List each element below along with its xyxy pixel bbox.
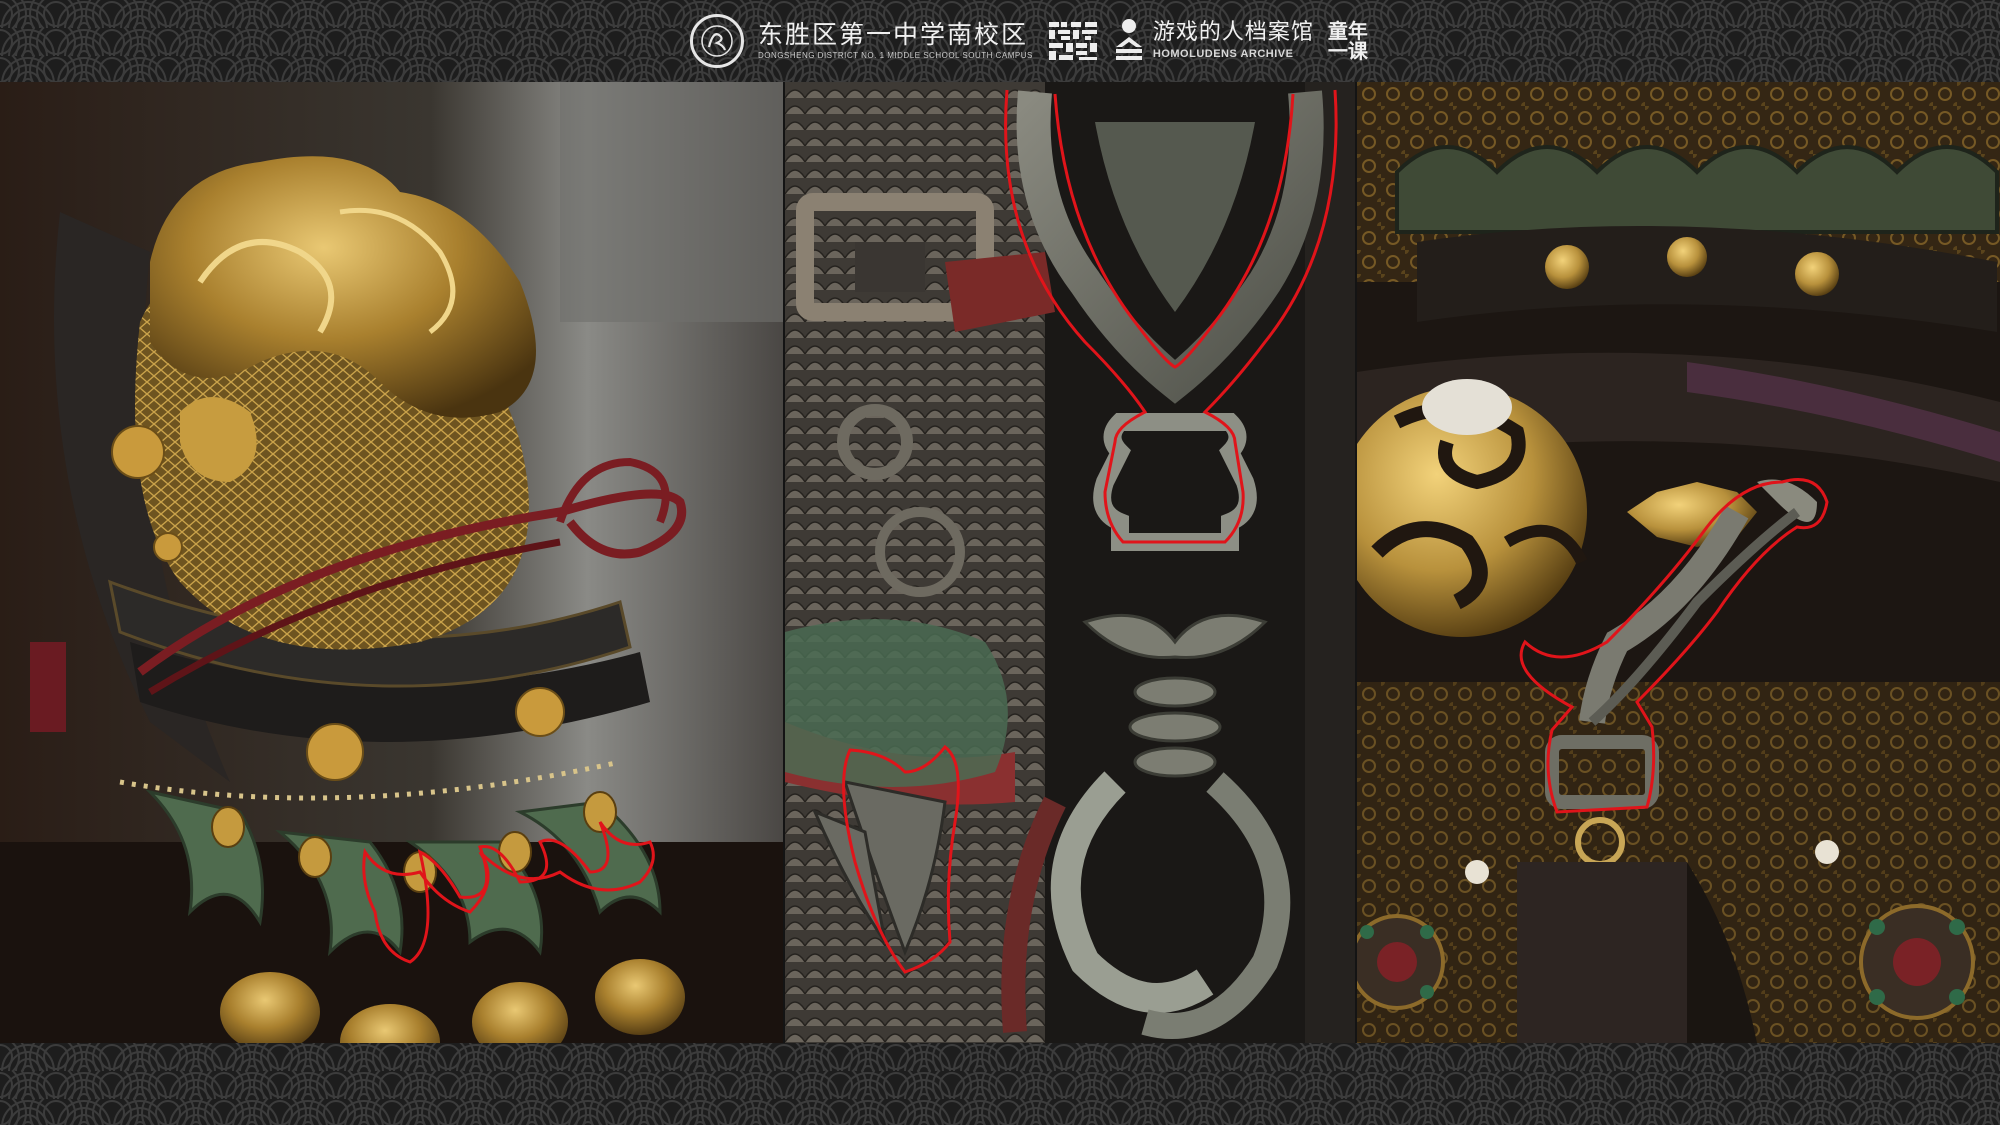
photo-panel-temple-sculpture — [785, 82, 1355, 1043]
archive-figure-icon — [1115, 19, 1142, 60]
childhood-line-2: 一课 — [1327, 39, 1368, 63]
school-name: 东胜区第一中学南校区 DONGSHENG DISTRICT NO. 1 MIDD… — [758, 22, 1033, 60]
childhood-lesson-logo: 童年 一课 — [1328, 21, 1368, 61]
header-logos: 东胜区第一中学南校区 DONGSHENG DISTRICT NO. 1 MIDD… — [690, 10, 1368, 72]
school-name-en: DONGSHENG DISTRICT NO. 1 MIDDLE SCHOOL S… — [758, 51, 1033, 60]
archive-name-cn: 游戏的人档案馆 — [1152, 20, 1314, 45]
slide: 东胜区第一中学南校区 DONGSHENG DISTRICT NO. 1 MIDD… — [0, 0, 2000, 1125]
school-seal-icon — [690, 14, 744, 68]
pixel-block-logo-icon — [1048, 22, 1097, 60]
wave-pattern-footer-band — [0, 1043, 2000, 1125]
school-name-cn: 东胜区第一中学南校区 — [758, 20, 1029, 49]
photo-panel-game-belt — [1357, 82, 2000, 1043]
childhood-line-1: 童年 — [1327, 19, 1368, 43]
archive-name-en: HOMOLUDENS ARCHIVE — [1152, 48, 1294, 60]
archive-logo: 游戏的人档案馆 HOMOLUDENS ARCHIVE — [1113, 17, 1314, 65]
photo-panel-game-armor — [0, 82, 783, 1043]
